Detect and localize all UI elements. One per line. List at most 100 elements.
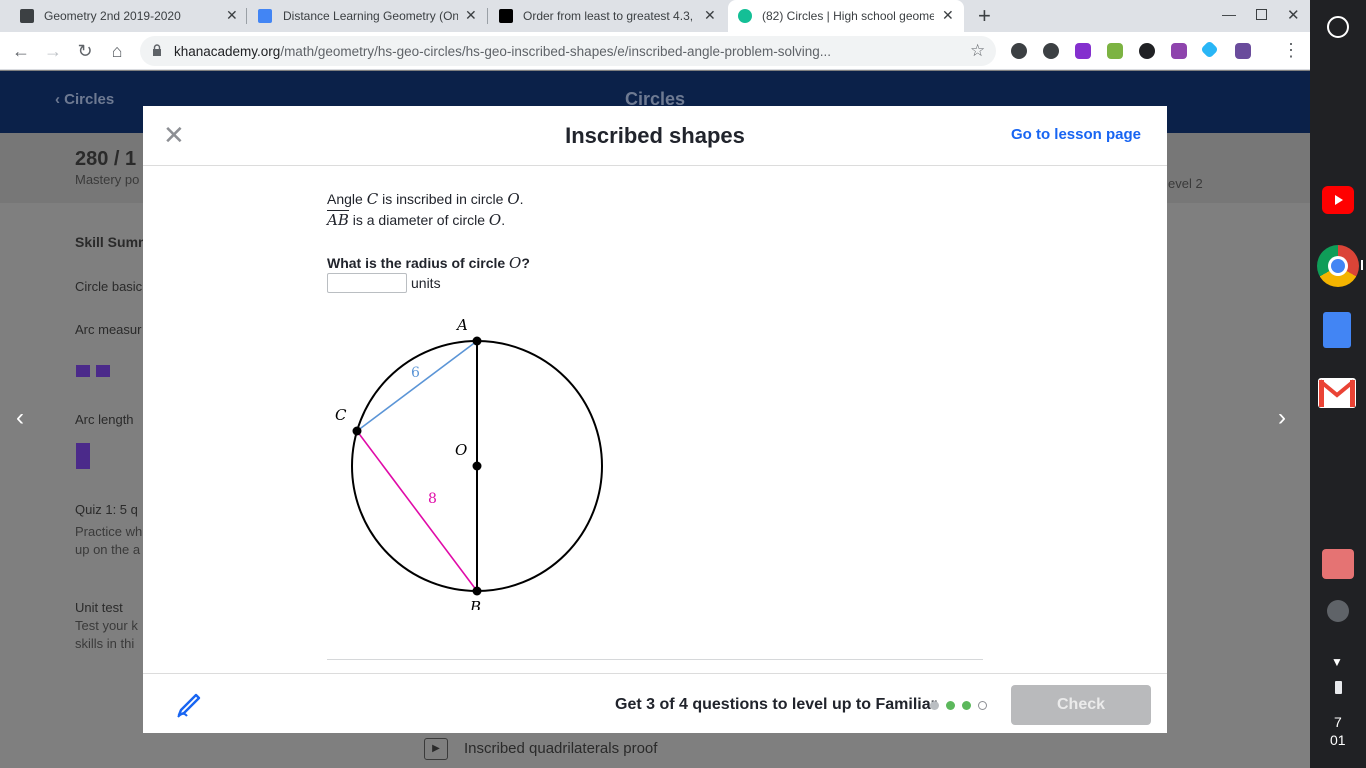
mastery-squares <box>76 351 110 379</box>
reload-icon[interactable]: ↻ <box>74 40 96 62</box>
quiz-title[interactable]: Quiz 1: 5 q <box>75 502 138 517</box>
segment-AC <box>356 340 478 432</box>
mastery-points: 280 / 1 <box>75 148 137 170</box>
brainly-icon <box>499 9 513 23</box>
video-title[interactable]: Inscribed quadrilaterals proof <box>464 740 657 757</box>
circle-diagram: A B C O 6 8 <box>335 316 603 610</box>
close-tab-icon[interactable]: ✕ <box>226 7 238 24</box>
tab-circles[interactable]: (82) Circles | High school geome ✕ <box>728 0 964 32</box>
tab-order-least-greatest[interactable]: Order from least to greatest 4.3, ✕ <box>487 0 727 32</box>
extension-green-icon[interactable] <box>1107 43 1123 59</box>
tab-distance-learning[interactable]: Distance Learning Geometry (On ✕ <box>246 0 486 32</box>
classroom-icon <box>20 9 34 23</box>
sidebar-item-arc-measure[interactable]: Arc measur <box>75 322 141 337</box>
back-to-circles-link[interactable]: ‹ Circles <box>55 91 114 108</box>
active-indicator <box>1361 260 1363 270</box>
clock-hour[interactable]: 7 <box>1334 714 1342 730</box>
quiz-desc: up on the a <box>75 542 141 557</box>
prompt-text: ? <box>521 255 530 271</box>
extension-q-icon[interactable] <box>1139 43 1155 59</box>
home-icon[interactable]: ⌂ <box>106 40 128 62</box>
tab-title: (82) Circles | High school geome <box>762 9 934 23</box>
sidebar-panel <box>58 221 144 768</box>
problem-text: Angle <box>327 191 367 207</box>
google-docs-icon[interactable] <box>1323 312 1351 348</box>
level-up-text: Get 3 of 4 questions to level up to Fami… <box>615 696 937 713</box>
progress-dot <box>946 701 955 710</box>
close-window-icon[interactable]: ✕ <box>1287 6 1300 24</box>
label-A: A <box>455 316 468 334</box>
os-shelf: ▼ 7 01 <box>1310 0 1366 768</box>
modal-footer: Get 3 of 4 questions to level up to Fami… <box>143 673 1167 733</box>
problem-statement: Angle C is inscribed in circle O. AB is … <box>327 190 524 229</box>
label-C: C <box>335 406 347 424</box>
mastery-sub: Mastery po <box>75 172 140 187</box>
exit-app-icon[interactable] <box>1322 549 1354 579</box>
next-arrow-icon[interactable]: › <box>1278 404 1286 432</box>
previous-arrow-icon[interactable]: ‹ <box>16 404 24 432</box>
math-var: O <box>507 190 520 208</box>
play-video-icon[interactable]: ▶ <box>424 738 448 760</box>
progress-dot <box>930 701 939 710</box>
tab-strip: Geometry 2nd 2019-2020 ✕ Distance Learni… <box>0 0 1310 32</box>
tab-title: Order from least to greatest 4.3, <box>523 9 693 23</box>
problem-text: is a diameter of circle <box>348 212 489 228</box>
answer-input[interactable] <box>327 273 407 293</box>
extension-purple-icon[interactable] <box>1075 43 1091 59</box>
check-button[interactable]: Check <box>1011 685 1151 725</box>
unit-test-title[interactable]: Unit test <box>75 600 123 615</box>
new-tab-button[interactable]: + <box>978 3 991 29</box>
close-tab-icon[interactable]: ✕ <box>704 7 716 24</box>
close-tab-icon[interactable]: ✕ <box>942 7 954 24</box>
math-var: O <box>488 211 502 229</box>
question-prompt: What is the radius of circle O? <box>327 254 530 272</box>
math-segment: AB <box>327 210 349 229</box>
unit-test-desc: skills in thi <box>75 636 135 651</box>
menu-icon[interactable]: ⋮ <box>1282 40 1300 61</box>
math-var: O <box>509 254 522 272</box>
unit-test-desc: Test your k <box>75 618 138 633</box>
forward-icon[interactable]: → <box>42 40 64 62</box>
tab-geometry[interactable]: Geometry 2nd 2019-2020 ✕ <box>0 0 245 32</box>
back-icon[interactable]: ← <box>10 40 32 62</box>
point-O <box>472 461 482 471</box>
address-bar[interactable]: khanacademy.org/math/geometry/hs-geo-cir… <box>140 36 996 66</box>
scratchpad-pencil-icon[interactable] <box>175 691 203 719</box>
close-tab-icon[interactable]: ✕ <box>465 7 477 24</box>
extension-diamond-icon[interactable] <box>1200 40 1219 59</box>
sidebar-item-arc-length[interactable]: Arc length <box>75 412 134 427</box>
extension-shield-icon[interactable] <box>1011 43 1027 59</box>
modal-header: ✕ Inscribed shapes Go to lesson page <box>143 106 1167 166</box>
docs-icon <box>258 9 272 23</box>
url-text: khanacademy.org/math/geometry/hs-geo-cir… <box>174 44 832 59</box>
tab-title: Geometry 2nd 2019-2020 <box>44 9 181 23</box>
label-B: B <box>469 598 481 610</box>
extension-tw-icon[interactable] <box>1171 43 1187 59</box>
lock-icon <box>152 44 162 56</box>
clock-minute[interactable]: 01 <box>1330 732 1346 748</box>
progress-dot <box>978 701 987 710</box>
launcher-icon[interactable] <box>1327 16 1349 38</box>
sidebar-item-circle-basics[interactable]: Circle basic <box>75 279 142 294</box>
browser-toolbar: ← → ↻ ⌂ khanacademy.org/math/geometry/hs… <box>0 32 1310 70</box>
point-C <box>352 426 362 436</box>
minimize-icon[interactable]: — <box>1222 6 1236 22</box>
progress-dot <box>962 701 971 710</box>
bookmark-star-icon[interactable]: ☆ <box>970 41 985 61</box>
audio-icon[interactable] <box>1327 600 1349 622</box>
youtube-icon[interactable] <box>1322 186 1354 214</box>
quiz-desc: Practice wh <box>75 524 143 539</box>
mastery-squares <box>76 443 90 469</box>
prompt-text: What is the radius of circle <box>327 255 510 271</box>
point-B <box>472 586 482 596</box>
point-A <box>472 336 482 346</box>
extension-pdf-icon[interactable] <box>1235 43 1251 59</box>
exercise-modal: ✕ Inscribed shapes Go to lesson page Ang… <box>143 106 1167 733</box>
skill-summary-heading: Skill Summ <box>75 234 151 250</box>
extension-shield-icon[interactable] <box>1043 43 1059 59</box>
go-to-lesson-link[interactable]: Go to lesson page <box>1011 126 1141 143</box>
restore-icon[interactable] <box>1256 9 1267 20</box>
level-label: evel 2 <box>1168 176 1203 191</box>
chrome-icon[interactable] <box>1317 245 1359 287</box>
gmail-icon[interactable] <box>1318 378 1356 408</box>
